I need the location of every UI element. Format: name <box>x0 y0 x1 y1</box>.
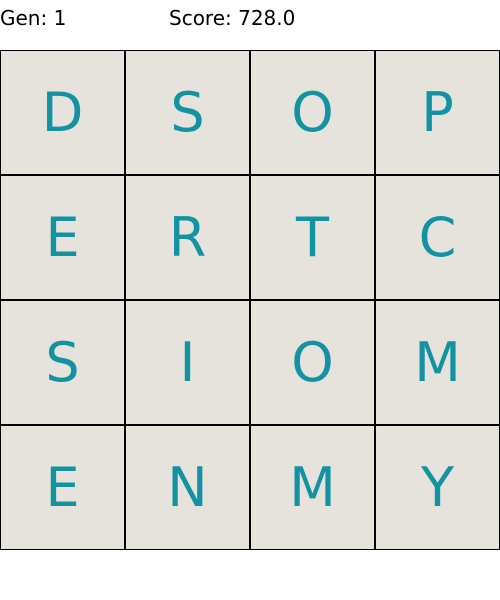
score-label: Score: 728.0 <box>169 6 296 30</box>
status-bar: Gen: 1 Score: 728.0 <box>0 0 500 36</box>
letter-tile[interactable]: T <box>250 175 375 300</box>
letter-tile[interactable]: S <box>125 50 250 175</box>
letter-tile[interactable]: N <box>125 425 250 550</box>
letter-tile[interactable]: E <box>0 425 125 550</box>
letter-tile[interactable]: R <box>125 175 250 300</box>
letter-tile[interactable]: P <box>375 50 500 175</box>
letter-tile[interactable]: O <box>250 50 375 175</box>
letter-tile[interactable]: S <box>0 300 125 425</box>
letter-tile[interactable]: M <box>375 300 500 425</box>
letter-tile[interactable]: M <box>250 425 375 550</box>
letter-tile[interactable]: E <box>0 175 125 300</box>
letter-tile[interactable]: Y <box>375 425 500 550</box>
generation-label: Gen: 1 <box>0 6 67 30</box>
letter-grid: D S O P E R T C S I O M E N M Y <box>0 50 500 550</box>
letter-tile[interactable]: C <box>375 175 500 300</box>
letter-tile[interactable]: D <box>0 50 125 175</box>
letter-tile[interactable]: I <box>125 300 250 425</box>
letter-tile[interactable]: O <box>250 300 375 425</box>
